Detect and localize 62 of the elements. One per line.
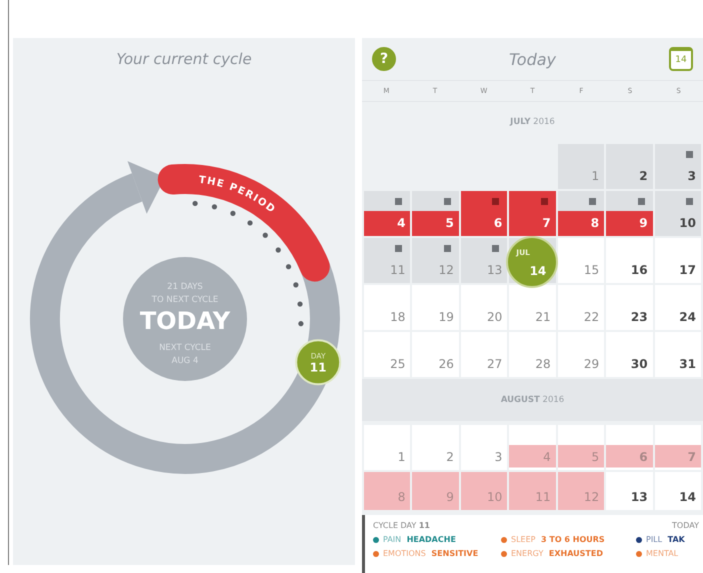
log-entry: ENERGY EXHAUSTED: [511, 549, 603, 558]
calendar-day[interactable]: 27: [460, 332, 508, 377]
day-badge: [295, 339, 342, 386]
today-day: 14: [530, 264, 546, 278]
calendar-day[interactable]: 3: [460, 425, 508, 470]
calendar-day[interactable]: 15: [558, 238, 604, 283]
month-label: AUGUST 2016: [500, 395, 564, 405]
calendar-day[interactable]: 26: [412, 332, 459, 377]
calendar-day[interactable]: 17: [654, 238, 701, 283]
calendar-day[interactable]: 29: [558, 332, 604, 377]
calendar-day[interactable]: 12: [412, 238, 459, 283]
calendar-day[interactable]: 4: [364, 191, 410, 236]
calendar-day[interactable]: 31: [654, 332, 701, 377]
summary-date: TODAY: [672, 521, 699, 530]
calendar-day[interactable]: 23: [606, 285, 653, 330]
calendar-day[interactable]: 1: [364, 425, 410, 470]
calendar-day[interactable]: 13: [606, 472, 653, 510]
help-button[interactable]: ?: [372, 47, 396, 71]
month-label: JULY 2016: [510, 117, 555, 127]
calendar-day[interactable]: 20: [460, 285, 508, 330]
calendar-day[interactable]: 6: [460, 191, 508, 236]
calendar-day[interactable]: 21: [509, 285, 556, 330]
calendar-day[interactable]: 11: [364, 238, 410, 283]
calendar-day[interactable]: 5: [558, 425, 604, 470]
log-entry: PILL TAK: [646, 535, 685, 544]
calendar-title: Today: [508, 50, 556, 68]
calendar-day[interactable]: 7: [654, 425, 701, 470]
calendar-day[interactable]: 10: [460, 472, 508, 510]
calendar-day[interactable]: 2: [606, 144, 653, 189]
calendar-day[interactable]: 3: [654, 144, 701, 189]
calendar-day[interactable]: 1: [558, 144, 604, 189]
log-entry: MENTAL: [646, 549, 680, 558]
calendar-day[interactable]: 11: [509, 472, 556, 510]
calendar-day[interactable]: 24: [654, 285, 701, 330]
panel-title: Your current cycle: [115, 49, 253, 70]
calendar-day[interactable]: 8: [364, 472, 410, 510]
cycle-day-label: CYCLE DAY 11: [373, 521, 430, 530]
calendar-day[interactable]: 4: [509, 425, 556, 470]
calendar-day[interactable]: 28: [509, 332, 556, 377]
today-headline: TODAY: [140, 307, 230, 335]
calendar-day[interactable]: 12: [558, 472, 604, 510]
log-entry: SLEEP 3 TO 6 HOURS: [511, 535, 605, 544]
calendar-day[interactable]: 25: [364, 332, 410, 377]
calendar-day[interactable]: 16: [606, 238, 653, 283]
calendar-day[interactable]: 8: [558, 191, 604, 236]
calendar-day[interactable]: 18: [364, 285, 410, 330]
calendar-day[interactable]: 9: [606, 191, 653, 236]
calendar-day[interactable]: 10: [654, 191, 701, 236]
calendar-day[interactable]: 22: [558, 285, 604, 330]
calendar-day[interactable]: 30: [606, 332, 653, 377]
calendar-day[interactable]: 14: [654, 472, 701, 510]
calendar-day[interactable]: 2: [412, 425, 459, 470]
today-calendar-button[interactable]: 14: [668, 47, 693, 71]
log-entry: EMOTIONS SENSITIVE: [383, 549, 478, 558]
calendar-day[interactable]: 19: [412, 285, 459, 330]
day-badge-number: 11: [310, 360, 326, 374]
calendar-day[interactable]: 9: [412, 472, 459, 510]
calendar-day[interactable]: 7: [509, 191, 556, 236]
calendar-day[interactable]: 5: [412, 191, 459, 236]
calendar-day[interactable]: 6: [606, 425, 653, 470]
calendar-day[interactable]: 13: [460, 238, 508, 283]
log-entry: PAIN HEADACHE: [383, 535, 456, 544]
